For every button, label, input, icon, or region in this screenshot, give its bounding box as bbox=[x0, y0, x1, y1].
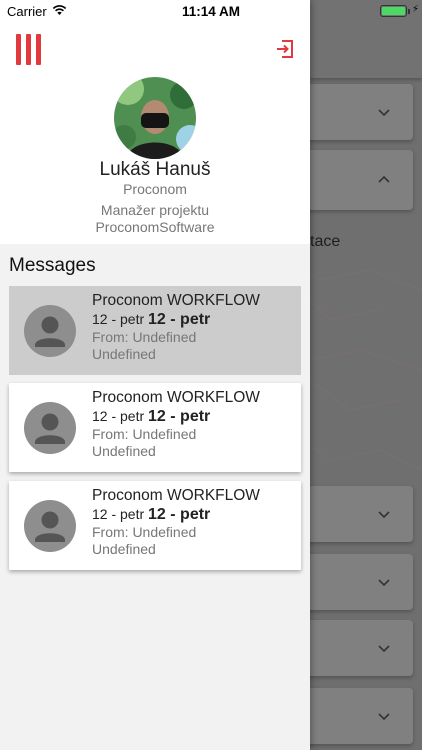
message-from: From: Undefined bbox=[92, 426, 197, 442]
background-card bbox=[300, 84, 413, 140]
chevron-down-icon bbox=[378, 645, 390, 653]
message-extra: Undefined bbox=[92, 346, 156, 362]
user-company: Proconom bbox=[123, 181, 187, 197]
background-card bbox=[300, 486, 413, 542]
background-partial-text: tace bbox=[310, 233, 341, 250]
message-title: Proconom WORKFLOW bbox=[92, 487, 260, 504]
message-subject-small: 12 - petr bbox=[92, 506, 145, 522]
message-from: From: Undefined bbox=[92, 329, 197, 345]
sender-avatar-icon bbox=[24, 500, 76, 552]
sender-avatar-icon bbox=[24, 402, 76, 454]
message-from: From: Undefined bbox=[92, 524, 197, 540]
chevron-up-icon bbox=[378, 175, 390, 183]
message-subject-small: 12 - petr bbox=[92, 408, 145, 424]
message-subject: 12 - petr 12 - petr bbox=[92, 407, 297, 426]
battery-tip bbox=[408, 9, 410, 14]
battery-icon bbox=[380, 5, 407, 17]
user-name: Lukáš Hanuš bbox=[99, 159, 211, 180]
chevron-down-icon bbox=[378, 109, 390, 117]
message-extra: Undefined bbox=[92, 541, 156, 557]
chevron-down-icon bbox=[378, 713, 390, 721]
message-item[interactable]: Proconom WORKFLOW 12 - petr 12 - petr Fr… bbox=[9, 383, 301, 472]
message-title: Proconom WORKFLOW bbox=[92, 389, 260, 406]
user-avatar[interactable] bbox=[114, 77, 196, 159]
messages-heading: Messages bbox=[9, 255, 96, 276]
message-item[interactable]: Proconom WORKFLOW 12 - petr 12 - petr Fr… bbox=[9, 481, 301, 570]
status-bar: Carrier 11:14 AM ⚡ bbox=[0, 0, 422, 22]
background-card-expanded bbox=[300, 150, 413, 210]
chevron-down-icon bbox=[378, 579, 390, 587]
message-subject: 12 - petr 12 - petr bbox=[92, 310, 297, 329]
background-card bbox=[300, 620, 413, 676]
user-organization: ProconomSoftware bbox=[95, 219, 215, 235]
side-drawer: Lukáš Hanuš Proconom Manažer projektu Pr… bbox=[0, 0, 310, 750]
message-subject-bold: 12 - petr bbox=[148, 408, 211, 425]
message-extra: Undefined bbox=[92, 443, 156, 459]
message-subject-bold: 12 - petr bbox=[148, 311, 211, 328]
message-subject-bold: 12 - petr bbox=[148, 506, 211, 523]
app-logo-icon[interactable] bbox=[16, 34, 42, 65]
message-subject: 12 - petr 12 - petr bbox=[92, 505, 297, 524]
charging-icon: ⚡ bbox=[412, 4, 420, 15]
user-role: Manažer projektu bbox=[100, 202, 210, 218]
message-subject-small: 12 - petr bbox=[92, 311, 145, 327]
message-title: Proconom WORKFLOW bbox=[92, 292, 260, 309]
message-item[interactable]: Proconom WORKFLOW 12 - petr 12 - petr Fr… bbox=[9, 286, 301, 375]
logout-icon[interactable] bbox=[274, 38, 296, 60]
drawer-header: Lukáš Hanuš Proconom Manažer projektu Pr… bbox=[0, 0, 310, 244]
chevron-down-icon bbox=[378, 511, 390, 519]
clock: 11:14 AM bbox=[181, 4, 241, 19]
background-card bbox=[300, 688, 413, 744]
background-card bbox=[300, 554, 413, 610]
sender-avatar-icon bbox=[24, 305, 76, 357]
